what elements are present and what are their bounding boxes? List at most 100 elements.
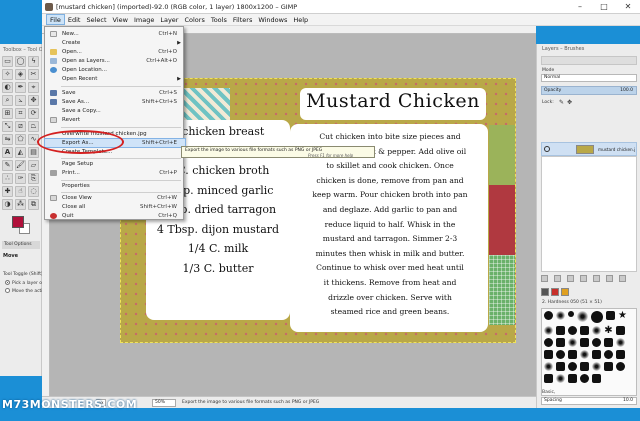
- brush-texture-icon[interactable]: [616, 350, 625, 359]
- zoom-tool-icon[interactable]: ⌕: [2, 95, 13, 106]
- brush-fuzzy-icon[interactable]: [616, 338, 625, 347]
- crop-tool-icon[interactable]: ⌗: [15, 108, 26, 119]
- menu-item-quit[interactable]: Quit Ctrl+Q: [45, 212, 185, 220]
- spacing-slider[interactable]: Spacing 10.0: [541, 397, 637, 405]
- brush-circle-icon[interactable]: [616, 362, 625, 371]
- brush-texture-icon[interactable]: [580, 362, 589, 371]
- lock-pixels-icon[interactable]: ✎: [559, 99, 564, 106]
- shear-tool-icon[interactable]: ⧄: [15, 121, 26, 132]
- brush-texture-icon[interactable]: [544, 350, 553, 359]
- heal-tool-icon[interactable]: ✚: [2, 186, 13, 197]
- brush-fuzzy-icon[interactable]: [592, 326, 601, 335]
- brush-texture-icon[interactable]: [616, 326, 625, 335]
- menu-item-create[interactable]: Create ▶: [45, 39, 185, 47]
- menu-layer[interactable]: Layer: [157, 14, 181, 25]
- new-group-icon[interactable]: [554, 275, 561, 282]
- mypaint-brush-tool-icon[interactable]: ⁂: [15, 199, 26, 210]
- brush-circle-icon[interactable]: [544, 311, 553, 320]
- brush-small-icon[interactable]: [568, 311, 574, 317]
- brush-fuzzy-icon[interactable]: [580, 350, 589, 359]
- close-button[interactable]: ✕: [616, 0, 640, 14]
- mode-dropdown[interactable]: Normal: [541, 74, 637, 82]
- brush-texture-icon[interactable]: [580, 338, 589, 347]
- brush-fuzzy-icon[interactable]: [556, 374, 565, 383]
- smudge-tool-icon[interactable]: ☝: [15, 186, 26, 197]
- menu-item-page-setup[interactable]: Page Setup: [45, 160, 185, 168]
- brush-grid[interactable]: ★ ✱: [541, 308, 637, 396]
- menu-item-close-all[interactable]: Close all Shift+Ctrl+W: [45, 203, 185, 211]
- brush-circle-icon[interactable]: [580, 374, 589, 383]
- menu-help[interactable]: Help: [290, 14, 311, 25]
- tool-options-tab[interactable]: Tool Options: [2, 241, 40, 249]
- maximize-button[interactable]: □: [592, 0, 616, 14]
- brush-texture-icon[interactable]: [604, 362, 613, 371]
- dodge-burn-tool-icon[interactable]: ◑: [2, 199, 13, 210]
- brush-fuzzy-icon[interactable]: [592, 362, 601, 371]
- airbrush-tool-icon[interactable]: ∴: [2, 173, 13, 184]
- scale-tool-icon[interactable]: ⤡: [2, 121, 13, 132]
- free-select-tool-icon[interactable]: ϟ: [28, 56, 39, 67]
- menu-item-open[interactable]: Open... Ctrl+O: [45, 48, 185, 56]
- blend-tool-icon[interactable]: ▤: [28, 147, 39, 158]
- delete-layer-icon[interactable]: [619, 275, 626, 282]
- menu-edit[interactable]: Edit: [65, 14, 84, 25]
- color-picker-tool-icon[interactable]: ⌖: [28, 82, 39, 93]
- cage-tool-icon[interactable]: ⬠: [15, 134, 26, 145]
- dock-tabs[interactable]: [541, 56, 637, 65]
- clone-tool-icon[interactable]: ⎘: [28, 173, 39, 184]
- menu-filters[interactable]: Filters: [230, 14, 255, 25]
- brush-texture-icon[interactable]: [592, 374, 601, 383]
- menu-item-open-as-layers[interactable]: Open as Layers... Ctrl+Alt+O: [45, 57, 185, 65]
- brush-fuzzy-icon[interactable]: [556, 311, 565, 320]
- brush-texture-icon[interactable]: [568, 374, 577, 383]
- brush-fuzzy-large-icon[interactable]: [577, 311, 588, 322]
- brush-texture-icon[interactable]: [556, 362, 565, 371]
- brush-star-icon[interactable]: ✱: [604, 326, 613, 336]
- menu-select[interactable]: Select: [83, 14, 109, 25]
- raise-layer-icon[interactable]: [567, 275, 574, 282]
- menu-item-save-as[interactable]: Save As... Shift+Ctrl+S: [45, 98, 185, 106]
- menu-tools[interactable]: Tools: [208, 14, 230, 25]
- anchor-layer-icon[interactable]: [606, 275, 613, 282]
- brush-texture-icon[interactable]: [604, 338, 613, 347]
- minimize-button[interactable]: –: [568, 0, 592, 14]
- paths-tool-icon[interactable]: ✒: [15, 82, 26, 93]
- brush-large-icon[interactable]: [591, 311, 603, 323]
- brush-texture-icon[interactable]: [556, 326, 565, 335]
- eye-visibility-icon[interactable]: [544, 146, 550, 152]
- scissors-tool-icon[interactable]: ✂: [28, 69, 39, 80]
- brush-texture-icon[interactable]: [606, 311, 615, 320]
- ellipse-select-tool-icon[interactable]: ◯: [15, 56, 26, 67]
- palette-swatch[interactable]: [561, 288, 569, 296]
- menu-item-open-recent[interactable]: Open Recent ▶: [45, 75, 185, 83]
- menu-colors[interactable]: Colors: [181, 14, 207, 25]
- menu-item-save-copy[interactable]: Save a Copy...: [45, 107, 185, 115]
- brush-circle-icon[interactable]: [556, 350, 565, 359]
- fuzzy-select-tool-icon[interactable]: ✧: [2, 69, 13, 80]
- eraser-tool-icon[interactable]: ▱: [28, 160, 39, 171]
- foreground-select-tool-icon[interactable]: ◐: [2, 82, 13, 93]
- bucket-fill-tool-icon[interactable]: ◭: [15, 147, 26, 158]
- menu-item-open-location[interactable]: Open Location...: [45, 66, 185, 74]
- brush-circle-icon[interactable]: [568, 326, 577, 335]
- align-tool-icon[interactable]: ⊞: [2, 108, 13, 119]
- perspective-tool-icon[interactable]: ⏢: [28, 121, 39, 132]
- text-tool-icon[interactable]: A: [2, 147, 13, 158]
- paintbrush-tool-icon[interactable]: 🖌: [15, 160, 26, 171]
- measure-tool-icon[interactable]: ⦣: [15, 95, 26, 106]
- duplicate-layer-icon[interactable]: [593, 275, 600, 282]
- menu-image[interactable]: Image: [131, 14, 157, 25]
- brush-circle-icon[interactable]: [604, 350, 613, 359]
- brush-fuzzy-icon[interactable]: [568, 338, 577, 347]
- perspective-clone-tool-icon[interactable]: ⧉: [28, 199, 39, 210]
- flip-tool-icon[interactable]: ⇋: [2, 134, 13, 145]
- menu-item-new[interactable]: New... Ctrl+N: [45, 30, 185, 38]
- fg-bg-color-swatch[interactable]: [12, 216, 30, 234]
- menu-file[interactable]: File: [46, 14, 65, 25]
- rect-select-tool-icon[interactable]: ▭: [2, 56, 13, 67]
- foreground-color[interactable]: [12, 216, 24, 228]
- menu-view[interactable]: View: [110, 14, 131, 25]
- move-tool-icon[interactable]: ✥: [28, 95, 39, 106]
- brush-texture-icon[interactable]: [580, 326, 589, 335]
- brush-fuzzy-icon[interactable]: [544, 326, 553, 335]
